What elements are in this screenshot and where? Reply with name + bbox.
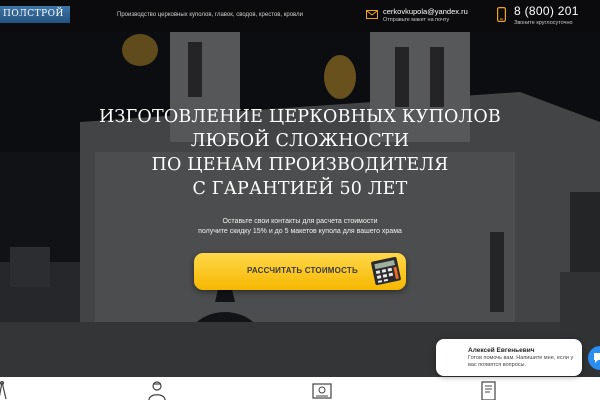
mobile-phone-icon	[497, 7, 506, 22]
contract-document-icon	[481, 381, 496, 400]
hero-headline-line-4: С ГАРАНТИЕЙ 50 ЛЕТ	[192, 179, 408, 199]
email-link[interactable]: cerkovkupola@yandex.ru	[383, 7, 468, 16]
chat-widget-popup[interactable]: Алексей Евгеньевич Готов помочь вам. Нап…	[436, 339, 582, 376]
mail-icon	[366, 10, 378, 19]
features-strip	[0, 377, 600, 400]
site-logo[interactable]: ПОЛСТРОЙ	[0, 6, 70, 23]
header-tagline: Производство церковных куполов, главок, …	[117, 12, 303, 18]
hero-subtext-line-1: Оставьте свои контакты для расчета стоим…	[222, 218, 378, 225]
hero-headline-line-3: ПО ЦЕНАМ ПРОИЗВОДИТЕЛЯ	[151, 155, 449, 175]
calculate-cost-label: РАССЧИТАТЬ СТОИМОСТЬ	[247, 266, 358, 275]
chat-agent-name: Алексей Евгеньевич	[468, 347, 535, 354]
compass-tool-icon	[0, 380, 7, 400]
hero-section: ИЗГОТОВЛЕНИЕ ЦЕРКОВНЫХ КУПОЛОВ ЛЮБОЙ СЛО…	[0, 32, 600, 377]
phone-note: Звоните круглосуточно	[514, 20, 573, 26]
calculator-icon	[371, 256, 401, 286]
calculate-cost-button[interactable]: РАССЧИТАТЬ СТОИМОСТЬ	[194, 253, 406, 290]
chat-message: Готов помочь вам. Напишите мне, если у в…	[468, 355, 574, 368]
hero-subtext-line-2: получите скидку 15% и до 5 макетов купол…	[198, 228, 402, 235]
certificate-icon	[312, 383, 332, 399]
chat-icon	[594, 353, 600, 363]
hero-headline-line-2: ЛЮБОЙ СЛОЖНОСТИ	[190, 131, 410, 151]
chat-open-button[interactable]	[588, 346, 600, 370]
site-header: ПОЛСТРОЙ Производство церковных куполов,…	[0, 0, 600, 32]
phone-link[interactable]: 8 (800) 201	[514, 4, 579, 18]
email-note: Отправьте макет на почту	[383, 17, 450, 23]
hero-headline-line-1: ИЗГОТОВЛЕНИЕ ЦЕРКОВНЫХ КУПОЛОВ	[99, 107, 501, 127]
hero-overlay	[0, 32, 600, 377]
engineer-icon	[148, 381, 166, 400]
